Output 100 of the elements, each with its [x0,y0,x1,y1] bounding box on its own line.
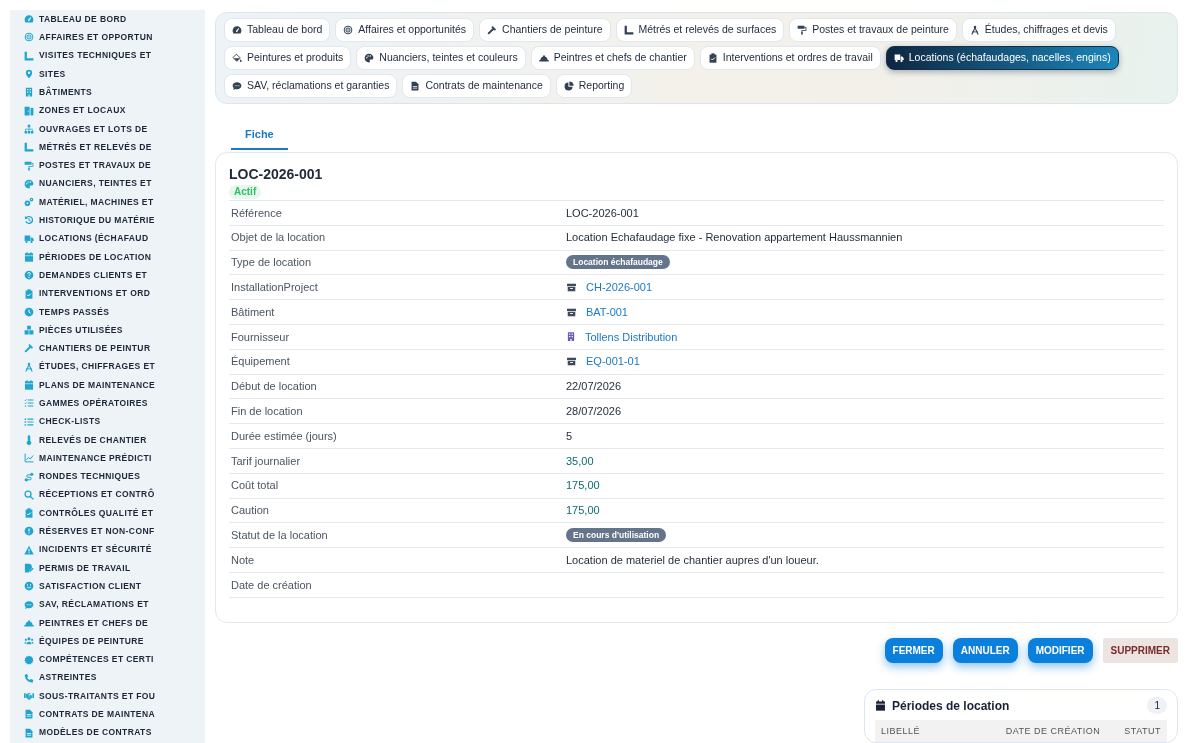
sidebar-item[interactable]: PIÈCES UTILISÉES [10,321,127,340]
sidebar-item[interactable]: COMPÉTENCES ET CERTI [10,650,158,669]
supplier-link[interactable]: Tollens Distribution [566,328,678,346]
sidebar-item[interactable]: GAMMES OPÉRATOIRES [10,394,152,413]
file-icon [24,727,34,738]
sidebar-item[interactable]: PÉRIODES DE LOCATION [10,247,156,267]
sidebar-item[interactable]: RELEVÉS DE CHANTIER [10,430,151,450]
module-tab[interactable]: Postes et travaux de peinture [789,18,957,42]
module-tab[interactable]: Études, chiffrages et devis [961,18,1116,42]
sidebar-item[interactable]: INCIDENTS ET SÉCURITÉ [10,540,156,559]
module-tab[interactable]: Peintres et chefs de chantier [530,46,695,70]
module-tab[interactable]: SAV, réclamations et garanties [224,74,398,98]
cubes-icon [24,325,34,336]
field-label: Statut de la location [231,528,328,543]
module-tab[interactable]: Métrés et relevés de surfaces [615,18,785,42]
sidebar-item[interactable]: RONDES TECHNIQUES [10,467,145,486]
pie-chart-icon [563,81,574,91]
module-tab[interactable]: Nuanciers, teintes et couleurs [356,46,526,70]
sidebar-item[interactable]: INTERVENTIONS ET ORD [10,284,155,303]
archive-box-icon [566,281,577,293]
handshake-icon [24,691,34,702]
field-value: 28/07/2026 [566,404,622,419]
sidebar-item[interactable]: CONTRATS DE MAINTENA [10,705,159,724]
record-tab[interactable]: Fiche [231,120,288,150]
paint-roller-icon [797,25,808,35]
sidebar-item[interactable]: TEMPS PASSÉS [10,302,114,322]
sidebar-item[interactable]: CHECK-LISTS [10,412,105,431]
seal-icon [24,654,34,665]
sidebar-item[interactable]: NUANCIERS, TEINTES ET [10,174,156,193]
sidebar-item[interactable]: CHANTIERS DE PEINTUR [10,339,155,358]
sidebar-item[interactable]: PEINTRES ET CHEFS DE [10,613,153,633]
sidebar-item[interactable]: PLANS DE MAINTENANCE [10,375,160,395]
sidebar-item[interactable]: DEMANDES CLIENTS ET [10,266,152,285]
smile-icon [24,581,34,592]
sidebar-item[interactable]: RÉCEPTIONS ET CONTRÔ [10,485,159,504]
module-tab[interactable]: Peintures et produits [224,46,352,70]
sidebar-item[interactable]: ÉTUDES, CHIFFRAGES ET [10,357,160,376]
sidebar-item[interactable]: HISTORIQUE DU MATÉRIE [10,211,159,230]
record-link[interactable]: CH-2026-001 [566,279,653,296]
status-badge: Actif [229,185,262,199]
record-link[interactable]: BAT-001 [566,303,628,321]
gears-icon [24,197,34,208]
sidebar-item[interactable]: VISITES TECHNIQUES ET [10,46,156,65]
record-link[interactable]: EQ-001-01 [566,353,640,370]
amount-value: 35,00 [566,453,594,469]
sidebar-item[interactable]: ZONES ET LOCAUX [10,101,130,120]
sidebar-item[interactable]: MATÉRIEL, MACHINES ET [10,192,158,212]
cancel-button[interactable]: ANNULER [952,637,1018,663]
sidebar-item[interactable]: AFFAIRES ET OPPORTUN [10,28,157,47]
palette-icon [364,53,375,63]
sidebar-item[interactable]: SAV, RÉCLAMATIONS ET [10,595,153,614]
ruler-icon [24,142,34,153]
sidebar-item[interactable]: POSTES ET TRAVAUX DE [10,156,156,175]
archive-box-icon [566,356,577,368]
field-label: Caution [231,503,269,519]
field-label: InstallationProject [231,280,318,296]
sidebar-item[interactable]: MODÈLES DE CONTRATS [10,723,156,742]
sidebar-item[interactable]: LOCATIONS (ÉCHAFAUD [10,229,153,248]
hammer-icon [24,343,34,354]
target-icon [343,25,354,35]
field-value: 5 [566,428,573,444]
sidebar-item[interactable]: ASTREINTES [10,668,101,687]
field-label: Coût total [231,478,279,494]
list-icon [24,416,34,427]
sidebar-item[interactable]: CONTRÔLES QUALITÉ ET [10,504,158,523]
module-tab[interactable]: Reporting [555,74,633,98]
module-tab[interactable]: Chantiers de peinture [479,18,611,42]
building-icon [566,331,576,343]
module-tab[interactable]: Locations (échafaudages, nacelles, engins) [885,46,1119,70]
value-badge: En cours d'utilisation [566,528,667,543]
list-check-icon [24,398,34,409]
field-label: Début de location [231,379,317,395]
sidebar-item[interactable]: OUVRAGES ET LOTS DE [10,119,152,139]
speech-bubble-icon [232,81,242,91]
sidebar-item[interactable]: SATISFACTION CLIENT [10,577,146,596]
module-tab[interactable]: Interventions et ordres de travail [699,46,881,70]
field-label: Équipement [231,354,290,370]
drafting-compass-icon [969,25,980,35]
sidebar-item[interactable]: TABLEAU DE BORD [10,10,131,29]
ruler-icon [24,50,34,61]
sidebar-item[interactable]: PERMIS DE TRAVAIL [10,558,135,578]
module-tab[interactable]: Contrats de maintenance [402,74,551,98]
target-icon [24,32,34,43]
module-tab[interactable]: Affaires et opportunités [335,18,475,42]
delete-button[interactable]: SUPPRIMER [1102,637,1178,663]
sidebar-item[interactable]: ÉQUIPES DE PEINTURE [10,632,148,651]
thermometer-icon [24,434,34,445]
sidebar-item[interactable]: RÉSERVES ET NON-CONF [10,522,159,541]
module-tab[interactable]: Tableau de bord [224,18,331,42]
column-header: DATE DE CRÉATION [1005,725,1101,737]
sidebar-item[interactable]: MAINTENANCE PRÉDICTI [10,449,156,468]
calendar-icon [24,380,34,391]
edit-button[interactable]: MODIFIER [1027,637,1093,663]
sidebar-item[interactable]: SITES [10,64,70,84]
sidebar-item[interactable]: SOUS-TRAITANTS ET FOU [10,687,160,706]
close-button[interactable]: FERMER [884,637,943,663]
sitemap-icon [24,123,34,134]
file-pen-icon [24,563,34,574]
sidebar-item[interactable]: BÂTIMENTS [10,83,97,102]
sidebar-item[interactable]: MÉTRÉS ET RELEVÉS DE [10,138,156,157]
